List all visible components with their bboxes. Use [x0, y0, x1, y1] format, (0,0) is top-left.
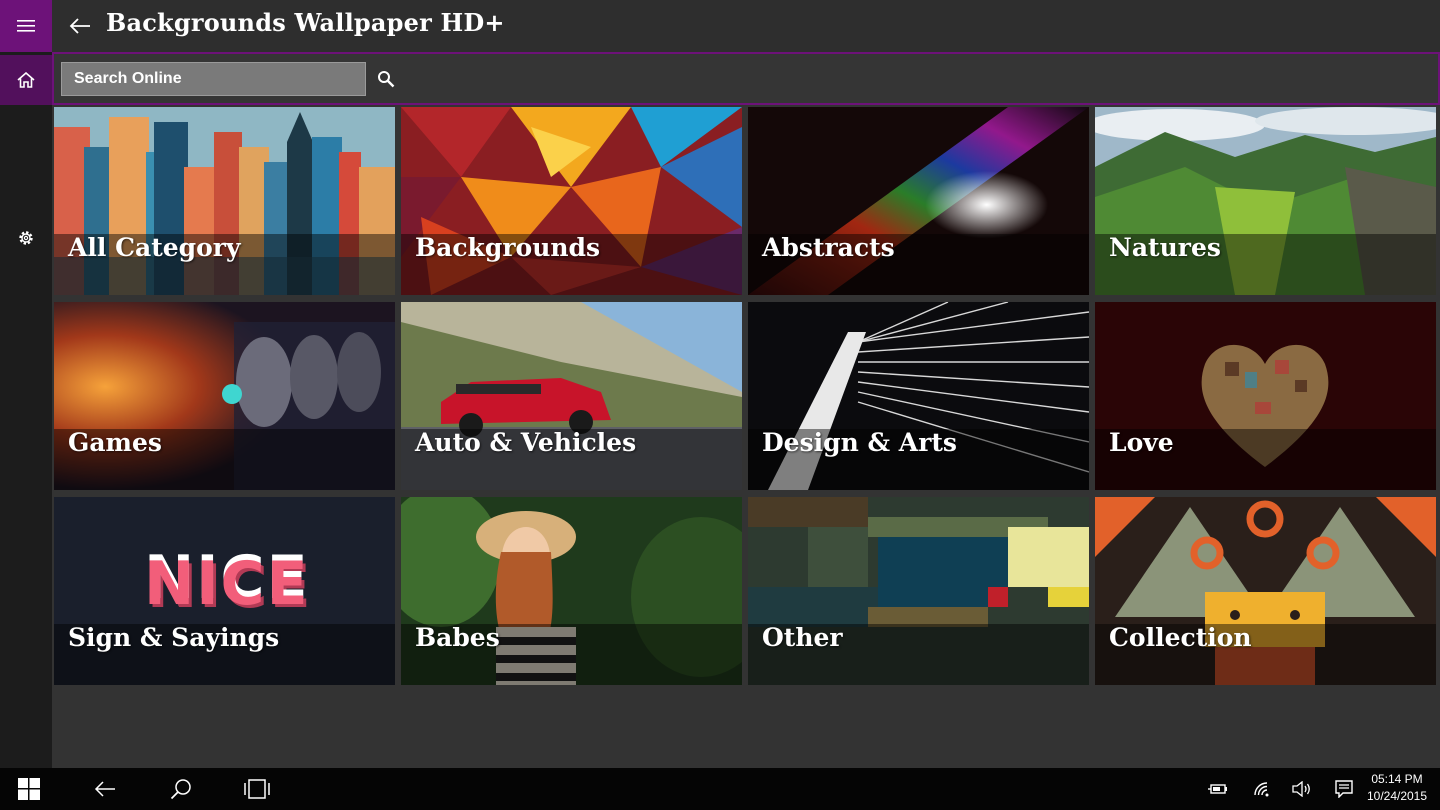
category-tile-abstracts[interactable]: Abstracts	[748, 107, 1089, 295]
network-indicator[interactable]	[1248, 768, 1276, 810]
category-tile-all-category[interactable]: All Category	[54, 107, 395, 295]
category-tile-sign-sayings[interactable]: NICE Sign & Sayings	[54, 497, 395, 685]
volume-icon	[1292, 781, 1310, 797]
search-button[interactable]	[374, 67, 398, 91]
category-label: Collection	[1109, 623, 1252, 652]
search-icon	[170, 779, 191, 800]
category-label: Auto & Vehicles	[415, 428, 637, 457]
title-bar: Backgrounds Wallpaper HD+	[52, 0, 1440, 52]
category-label: Love	[1109, 428, 1174, 457]
category-label: Games	[68, 428, 162, 457]
category-tile-design-arts[interactable]: Design & Arts	[748, 302, 1089, 490]
search-input[interactable]	[61, 62, 366, 96]
category-label: Sign & Sayings	[68, 623, 280, 652]
battery-icon	[1208, 784, 1227, 794]
back-button[interactable]	[64, 10, 96, 42]
taskbar-back-button[interactable]	[82, 768, 128, 810]
category-grid: All Category Backgrounds Abstracts Natur…	[54, 107, 1436, 687]
wifi-icon	[1254, 782, 1269, 797]
category-tile-collection[interactable]: Collection	[1095, 497, 1436, 685]
action-center-icon	[1335, 780, 1353, 798]
nice-sign-text: NICE	[144, 549, 310, 619]
home-icon	[17, 72, 35, 88]
category-tile-natures[interactable]: Natures	[1095, 107, 1436, 295]
back-arrow-icon	[69, 18, 90, 34]
search-icon	[378, 71, 395, 88]
category-tile-babes[interactable]: Babes	[401, 497, 742, 685]
windows-taskbar: 05:14 PM 10/24/2015	[0, 768, 1440, 810]
gear-icon	[19, 231, 33, 245]
home-button[interactable]	[0, 55, 52, 105]
category-tile-auto-vehicles[interactable]: Auto & Vehicles	[401, 302, 742, 490]
start-button[interactable]	[0, 768, 58, 810]
battery-indicator[interactable]	[1204, 768, 1232, 810]
volume-indicator[interactable]	[1288, 768, 1316, 810]
search-bar	[52, 52, 1440, 105]
hamburger-icon	[17, 20, 35, 32]
task-view-icon	[244, 779, 270, 799]
taskbar-search-button[interactable]	[158, 768, 204, 810]
category-label: Backgrounds	[415, 233, 601, 262]
taskbar-clock[interactable]: 05:14 PM 10/24/2015	[1362, 771, 1432, 805]
category-tile-backgrounds[interactable]: Backgrounds	[401, 107, 742, 295]
back-arrow-icon	[94, 781, 115, 797]
category-tile-other[interactable]: Other	[748, 497, 1089, 685]
category-label: Natures	[1109, 233, 1221, 262]
action-center-button[interactable]	[1330, 768, 1358, 810]
app-title: Backgrounds Wallpaper HD+	[106, 8, 505, 37]
clock-time: 05:14 PM	[1371, 772, 1423, 786]
category-label: All Category	[68, 233, 241, 262]
settings-button[interactable]	[0, 213, 52, 263]
category-label: Babes	[415, 623, 500, 652]
menu-button[interactable]	[0, 0, 52, 52]
category-tile-games[interactable]: Games	[54, 302, 395, 490]
category-label: Abstracts	[762, 233, 895, 262]
task-view-button[interactable]	[234, 768, 280, 810]
nav-rail	[0, 0, 52, 768]
clock-date: 10/24/2015	[1366, 789, 1428, 803]
category-label: Design & Arts	[762, 428, 957, 457]
category-tile-love[interactable]: Love	[1095, 302, 1436, 490]
windows-logo-icon	[18, 778, 40, 800]
category-label: Other	[762, 623, 843, 652]
